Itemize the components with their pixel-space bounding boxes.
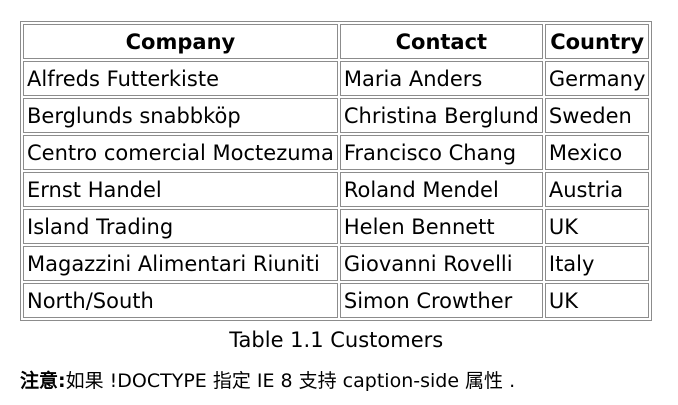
cell-contact: Giovanni Rovelli [339,246,543,281]
cell-company: Alfreds Futterkiste [23,61,338,96]
cell-company: Magazzini Alimentari Riuniti [23,246,338,281]
table-caption: Table 1.1 Customers [229,328,444,352]
note-label: 注意: [20,370,66,392]
table-row: Alfreds Futterkiste Maria Anders Germany [23,61,650,96]
note-text: 如果 !DOCTYPE 指定 IE 8 支持 caption-side 属性 . [65,370,516,392]
cell-country: Germany [544,61,650,96]
cell-country: UK [544,209,650,244]
note-paragraph: 注意:如果 !DOCTYPE 指定 IE 8 支持 caption-side 属… [20,368,515,394]
cell-contact: Simon Crowther [339,283,543,318]
header-contact: Contact [339,24,543,59]
cell-contact: Francisco Chang [339,135,543,170]
cell-company: Centro comercial Moctezuma [23,135,338,170]
cell-contact: Roland Mendel [339,172,543,207]
header-country: Country [544,24,650,59]
header-company: Company [23,24,338,59]
cell-country: Sweden [544,98,650,133]
cell-country: Italy [544,246,650,281]
cell-country: UK [544,283,650,318]
table-row: Island Trading Helen Bennett UK [23,209,650,244]
cell-contact: Helen Bennett [339,209,543,244]
table-row: Centro comercial Moctezuma Francisco Cha… [23,135,650,170]
page: Table 1.1 Customers Company Contact Coun… [0,0,678,405]
table-row: Berglunds snabbköp Christina Berglund Sw… [23,98,650,133]
table-row: Ernst Handel Roland Mendel Austria [23,172,650,207]
cell-company: North/South [23,283,338,318]
table-row: Magazzini Alimentari Riuniti Giovanni Ro… [23,246,650,281]
cell-country: Austria [544,172,650,207]
customers-table: Table 1.1 Customers Company Contact Coun… [20,21,653,353]
table-header-row: Company Contact Country [23,24,650,59]
cell-company: Island Trading [23,209,338,244]
cell-country: Mexico [544,135,650,170]
table-row: North/South Simon Crowther UK [23,283,650,318]
cell-company: Berglunds snabbköp [23,98,338,133]
cell-contact: Maria Anders [339,61,543,96]
cell-contact: Christina Berglund [339,98,543,133]
cell-company: Ernst Handel [23,172,338,207]
